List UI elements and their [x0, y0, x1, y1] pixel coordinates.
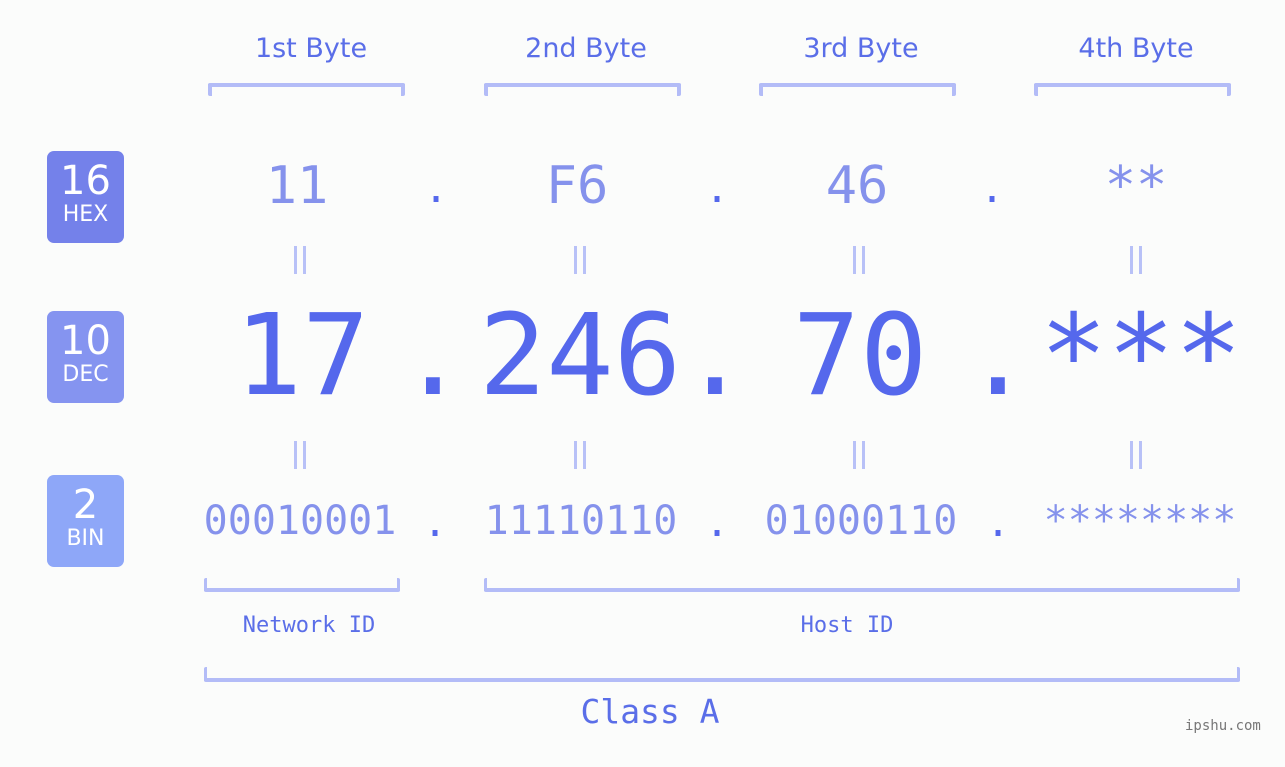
dec-badge-label: DEC: [62, 362, 109, 387]
equals-icon: [565, 246, 595, 282]
equals-icon: [844, 441, 874, 477]
host-id-bracket: [484, 578, 1240, 592]
dec-byte-4: ***: [1039, 291, 1243, 421]
class-label: Class A: [580, 692, 720, 731]
host-id-label: Host ID: [800, 613, 894, 638]
hex-dot-3: .: [979, 166, 1005, 212]
dec-dot-3: .: [964, 291, 1032, 421]
hex-byte-2: F6: [545, 156, 609, 216]
network-id-bracket: [204, 578, 400, 592]
dec-dot-1: .: [399, 291, 467, 421]
bin-badge-base: 2: [72, 482, 99, 528]
byte-header-3: 3rd Byte: [803, 33, 919, 64]
bin-badge: 2 BIN: [47, 475, 124, 567]
hex-byte-4: **: [1104, 156, 1168, 216]
bin-dot-3: .: [985, 500, 1011, 546]
byte-1-bracket: [208, 83, 405, 96]
byte-header-1: 1st Byte: [254, 33, 368, 64]
bin-byte-2: 11110110: [484, 498, 678, 544]
bin-dot-1: .: [422, 500, 448, 546]
byte-header-2: 2nd Byte: [525, 33, 647, 64]
bin-badge-label: BIN: [66, 526, 105, 551]
hex-byte-3: 46: [825, 156, 889, 216]
dec-dot-2: .: [681, 291, 749, 421]
dec-byte-3: 70: [792, 291, 928, 421]
watermark: ipshu.com: [1185, 718, 1261, 734]
byte-header-4: 4th Byte: [1078, 33, 1194, 64]
network-id-label: Network ID: [242, 613, 376, 638]
equals-icon: [285, 246, 315, 282]
bin-byte-3: 01000110: [764, 498, 958, 544]
hex-badge-base: 16: [60, 158, 111, 204]
equals-icon: [1121, 246, 1151, 282]
hex-badge-label: HEX: [62, 202, 109, 227]
byte-2-bracket: [484, 83, 681, 96]
equals-icon: [285, 441, 315, 477]
dec-byte-2: 246: [478, 291, 682, 421]
dec-badge-base: 10: [60, 318, 111, 364]
bin-byte-4: ********: [1043, 498, 1237, 544]
dec-byte-1: 17: [234, 291, 370, 421]
equals-icon: [565, 441, 595, 477]
hex-dot-1: .: [423, 166, 449, 212]
equals-icon: [844, 246, 874, 282]
bin-byte-1: 00010001: [203, 498, 397, 544]
hex-byte-1: 11: [265, 156, 329, 216]
hex-dot-2: .: [704, 166, 730, 212]
hex-badge: 16 HEX: [47, 151, 124, 243]
byte-4-bracket: [1034, 83, 1231, 96]
byte-3-bracket: [759, 83, 956, 96]
class-bracket: [204, 667, 1240, 682]
dec-badge: 10 DEC: [47, 311, 124, 403]
bin-dot-2: .: [704, 500, 730, 546]
equals-icon: [1121, 441, 1151, 477]
